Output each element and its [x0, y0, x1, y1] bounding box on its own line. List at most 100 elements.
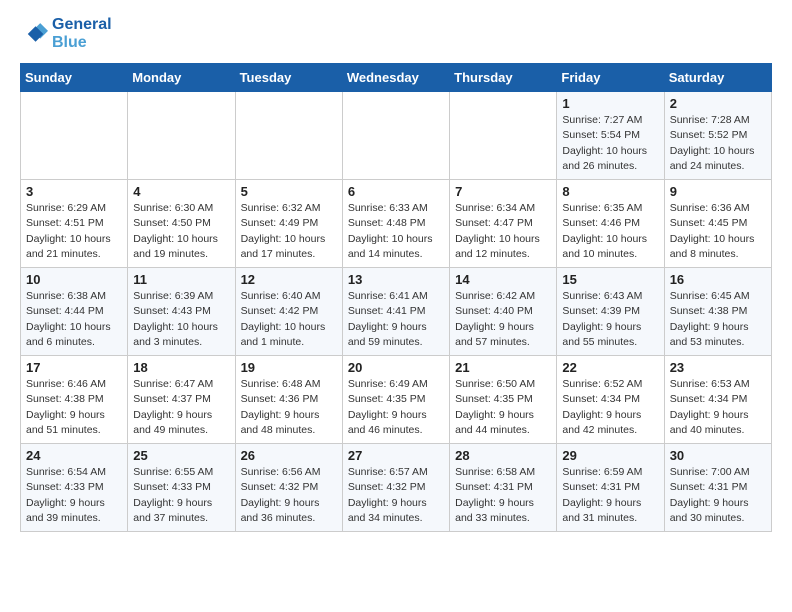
day-number: 23: [670, 360, 766, 375]
weekday-header-saturday: Saturday: [664, 64, 771, 92]
calendar-cell: 13Sunrise: 6:41 AM Sunset: 4:41 PM Dayli…: [342, 268, 449, 356]
day-number: 1: [562, 96, 658, 111]
weekday-header-row: SundayMondayTuesdayWednesdayThursdayFrid…: [21, 64, 772, 92]
day-number: 18: [133, 360, 229, 375]
calendar-cell: 9 Sunrise: 6:36 AM Sunset: 4:45 PM Daylig…: [664, 180, 771, 268]
day-number: 14: [455, 272, 551, 287]
cell-info: Sunrise: 7:27 AM Sunset: 5:54 PM Dayligh…: [562, 113, 658, 174]
cell-info: Sunrise: 6:30 AM Sunset: 4:50 PM Dayligh…: [133, 201, 229, 262]
day-number: 19: [241, 360, 337, 375]
calendar-cell: 2 Sunrise: 7:28 AM Sunset: 5:52 PM Daylig…: [664, 92, 771, 180]
cell-info: Sunrise: 6:43 AM Sunset: 4:39 PM Dayligh…: [562, 289, 658, 350]
cell-info: Sunrise: 6:45 AM Sunset: 4:38 PM Dayligh…: [670, 289, 766, 350]
cell-info: Sunrise: 6:56 AM Sunset: 4:32 PM Dayligh…: [241, 465, 337, 526]
calendar-cell: 12Sunrise: 6:40 AM Sunset: 4:42 PM Dayli…: [235, 268, 342, 356]
logo-general: General: [52, 16, 112, 33]
calendar-cell: 20 Sunrise: 6:49 AM Sunset: 4:35 PM Dayli…: [342, 356, 449, 444]
cell-info: Sunrise: 6:50 AM Sunset: 4:35 PM Dayligh…: [455, 377, 551, 438]
calendar-cell: [342, 92, 449, 180]
cell-info: Sunrise: 6:59 AM Sunset: 4:31 PM Dayligh…: [562, 465, 658, 526]
cell-info: Sunrise: 6:39 AM Sunset: 4:43 PM Dayligh…: [133, 289, 229, 350]
calendar-cell: 28 Sunrise: 6:58 AM Sunset: 4:31 PM Dayli…: [450, 444, 557, 532]
calendar-cell: 5 Sunrise: 6:32 AM Sunset: 4:49 PM Daylig…: [235, 180, 342, 268]
calendar-cell: [235, 92, 342, 180]
weekday-header-friday: Friday: [557, 64, 664, 92]
cell-info: Sunrise: 6:36 AM Sunset: 4:45 PM Dayligh…: [670, 201, 766, 262]
calendar-cell: 7Sunrise: 6:34 AM Sunset: 4:47 PM Daylig…: [450, 180, 557, 268]
calendar-cell: 26Sunrise: 6:56 AM Sunset: 4:32 PM Dayli…: [235, 444, 342, 532]
day-number: 8: [562, 184, 658, 199]
cell-info: Sunrise: 6:35 AM Sunset: 4:46 PM Dayligh…: [562, 201, 658, 262]
cell-info: Sunrise: 6:58 AM Sunset: 4:31 PM Dayligh…: [455, 465, 551, 526]
calendar-cell: 3 Sunrise: 6:29 AM Sunset: 4:51 PM Daylig…: [21, 180, 128, 268]
calendar-cell: 6 Sunrise: 6:33 AM Sunset: 4:48 PM Daylig…: [342, 180, 449, 268]
day-number: 28: [455, 448, 551, 463]
day-number: 15: [562, 272, 658, 287]
day-number: 2: [670, 96, 766, 111]
calendar-week-3: 10Sunrise: 6:38 AM Sunset: 4:44 PM Dayli…: [21, 268, 772, 356]
calendar-cell: 27 Sunrise: 6:57 AM Sunset: 4:32 PM Dayli…: [342, 444, 449, 532]
calendar-cell: 22 Sunrise: 6:52 AM Sunset: 4:34 PM Dayli…: [557, 356, 664, 444]
calendar-week-1: 1 Sunrise: 7:27 AM Sunset: 5:54 PM Daylig…: [21, 92, 772, 180]
cell-info: Sunrise: 7:28 AM Sunset: 5:52 PM Dayligh…: [670, 113, 766, 174]
calendar-cell: 19Sunrise: 6:48 AM Sunset: 4:36 PM Dayli…: [235, 356, 342, 444]
calendar-cell: 29 Sunrise: 6:59 AM Sunset: 4:31 PM Dayli…: [557, 444, 664, 532]
calendar-cell: 30 Sunrise: 7:00 AM Sunset: 4:31 PM Dayli…: [664, 444, 771, 532]
calendar-header: SundayMondayTuesdayWednesdayThursdayFrid…: [21, 64, 772, 92]
weekday-header-sunday: Sunday: [21, 64, 128, 92]
day-number: 4: [133, 184, 229, 199]
logo-blue: Blue: [52, 34, 87, 51]
cell-info: Sunrise: 6:33 AM Sunset: 4:48 PM Dayligh…: [348, 201, 444, 262]
calendar-cell: 8 Sunrise: 6:35 AM Sunset: 4:46 PM Daylig…: [557, 180, 664, 268]
day-number: 13: [348, 272, 444, 287]
calendar-cell: 1 Sunrise: 7:27 AM Sunset: 5:54 PM Daylig…: [557, 92, 664, 180]
day-number: 7: [455, 184, 551, 199]
cell-info: Sunrise: 6:54 AM Sunset: 4:33 PM Dayligh…: [26, 465, 122, 526]
day-number: 16: [670, 272, 766, 287]
day-number: 29: [562, 448, 658, 463]
calendar-cell: 24 Sunrise: 6:54 AM Sunset: 4:33 PM Dayli…: [21, 444, 128, 532]
cell-info: Sunrise: 6:55 AM Sunset: 4:33 PM Dayligh…: [133, 465, 229, 526]
cell-info: Sunrise: 6:47 AM Sunset: 4:37 PM Dayligh…: [133, 377, 229, 438]
logo: General Blue: [20, 16, 112, 51]
cell-info: Sunrise: 6:52 AM Sunset: 4:34 PM Dayligh…: [562, 377, 658, 438]
day-number: 30: [670, 448, 766, 463]
calendar-week-4: 17 Sunrise: 6:46 AM Sunset: 4:38 PM Dayli…: [21, 356, 772, 444]
day-number: 22: [562, 360, 658, 375]
calendar-table: SundayMondayTuesdayWednesdayThursdayFrid…: [20, 63, 772, 532]
cell-info: Sunrise: 6:46 AM Sunset: 4:38 PM Dayligh…: [26, 377, 122, 438]
weekday-header-wednesday: Wednesday: [342, 64, 449, 92]
calendar-cell: 17 Sunrise: 6:46 AM Sunset: 4:38 PM Dayli…: [21, 356, 128, 444]
calendar-cell: [128, 92, 235, 180]
day-number: 17: [26, 360, 122, 375]
cell-info: Sunrise: 6:57 AM Sunset: 4:32 PM Dayligh…: [348, 465, 444, 526]
cell-info: Sunrise: 7:00 AM Sunset: 4:31 PM Dayligh…: [670, 465, 766, 526]
cell-info: Sunrise: 6:32 AM Sunset: 4:49 PM Dayligh…: [241, 201, 337, 262]
cell-info: Sunrise: 6:40 AM Sunset: 4:42 PM Dayligh…: [241, 289, 337, 350]
calendar-cell: 14 Sunrise: 6:42 AM Sunset: 4:40 PM Dayli…: [450, 268, 557, 356]
calendar-cell: [21, 92, 128, 180]
day-number: 5: [241, 184, 337, 199]
day-number: 20: [348, 360, 444, 375]
day-number: 11: [133, 272, 229, 287]
day-number: 21: [455, 360, 551, 375]
day-number: 24: [26, 448, 122, 463]
logo-text: General Blue: [52, 16, 112, 51]
calendar-cell: 23Sunrise: 6:53 AM Sunset: 4:34 PM Dayli…: [664, 356, 771, 444]
weekday-header-thursday: Thursday: [450, 64, 557, 92]
calendar-week-2: 3 Sunrise: 6:29 AM Sunset: 4:51 PM Daylig…: [21, 180, 772, 268]
day-number: 9: [670, 184, 766, 199]
cell-info: Sunrise: 6:42 AM Sunset: 4:40 PM Dayligh…: [455, 289, 551, 350]
day-number: 3: [26, 184, 122, 199]
calendar-body: 1 Sunrise: 7:27 AM Sunset: 5:54 PM Daylig…: [21, 92, 772, 532]
cell-info: Sunrise: 6:49 AM Sunset: 4:35 PM Dayligh…: [348, 377, 444, 438]
calendar-cell: [450, 92, 557, 180]
cell-info: Sunrise: 6:29 AM Sunset: 4:51 PM Dayligh…: [26, 201, 122, 262]
calendar-cell: 11 Sunrise: 6:39 AM Sunset: 4:43 PM Dayli…: [128, 268, 235, 356]
weekday-header-monday: Monday: [128, 64, 235, 92]
weekday-header-tuesday: Tuesday: [235, 64, 342, 92]
calendar-week-5: 24 Sunrise: 6:54 AM Sunset: 4:33 PM Dayli…: [21, 444, 772, 532]
day-number: 6: [348, 184, 444, 199]
calendar-cell: 18 Sunrise: 6:47 AM Sunset: 4:37 PM Dayli…: [128, 356, 235, 444]
day-number: 27: [348, 448, 444, 463]
